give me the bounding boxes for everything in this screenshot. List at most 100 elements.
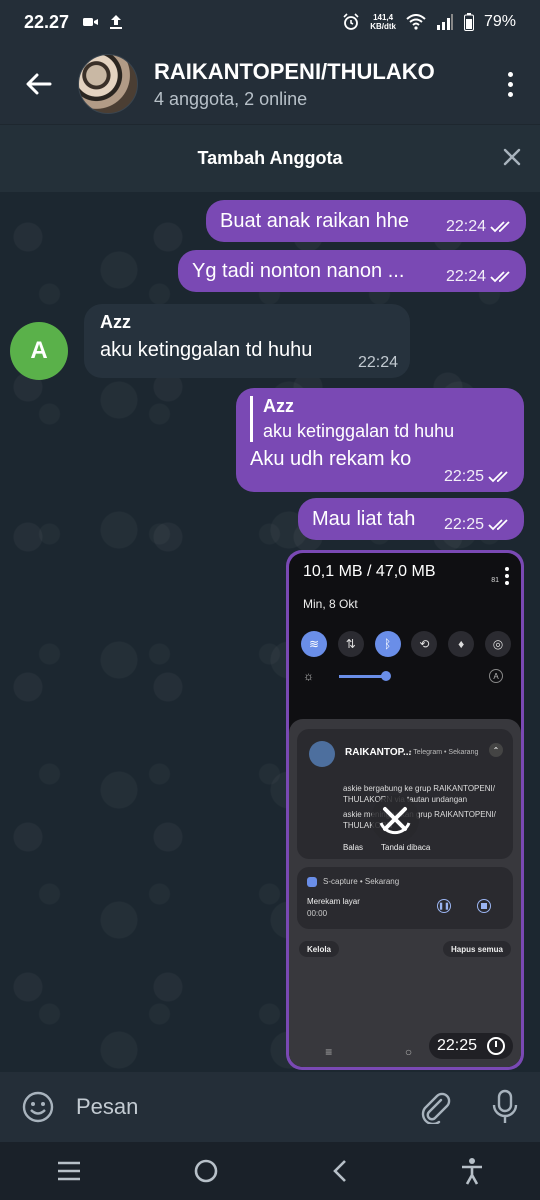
message-text: aku ketinggalan td huhu	[100, 339, 313, 361]
double-check-icon	[490, 221, 510, 233]
chat-title: RAIKANTOPENI/THULAKO	[154, 58, 435, 84]
microphone-icon	[492, 1089, 518, 1123]
download-progress-text: 10,1 MB / 47,0 MB	[303, 563, 436, 580]
system-nav-bar	[0, 1142, 540, 1200]
group-avatar[interactable]	[78, 54, 138, 114]
signal-icon	[436, 14, 453, 30]
notification-panel-preview: RAIKANTOP... • Telegram • Sekarang ⌃ ask…	[289, 719, 521, 1067]
notification-title: RAIKANTOP...	[345, 747, 412, 758]
chat-area[interactable]: Buat anak raikan hhe 22:24 Yg tadi nonto…	[0, 192, 540, 1072]
sender-avatar[interactable]: A	[10, 322, 68, 380]
notification-action-read: Tandai dibaca	[381, 843, 431, 852]
video-preview[interactable]: 10,1 MB / 47,0 MB 81 Min, 8 Okt ≋ ⇅ ᛒ ⟲ …	[289, 553, 521, 1067]
clock-icon	[487, 1037, 505, 1055]
quote-sender: Azz	[263, 396, 294, 416]
back-nav-icon[interactable]	[331, 1158, 349, 1184]
status-bar: 22.27 141,4 KB/dtk 79%	[0, 0, 540, 44]
message-time: 22:24	[445, 218, 486, 235]
recent-apps-icon[interactable]	[56, 1160, 82, 1182]
sun-icon: ☼	[303, 669, 314, 683]
battery-percent: 79%	[483, 13, 516, 30]
quick-settings-row: ≋ ⇅ ᛒ ⟲ ♦ ◎	[301, 631, 511, 657]
quote-text: aku ketinggalan td huhu	[263, 421, 455, 441]
hotspot-toggle-icon: ◎	[484, 631, 511, 657]
network-speed: 141,4 KB/dtk	[370, 13, 396, 31]
notification-title: Merekam layar	[307, 897, 360, 906]
message-time: 22:24	[445, 268, 486, 285]
preview-date: Min, 8 Okt	[303, 597, 358, 611]
rotate-toggle-icon: ⟲	[411, 631, 438, 657]
stop-icon	[477, 899, 491, 913]
add-member-bar[interactable]: Tambah Anggota	[0, 124, 540, 192]
alarm-icon	[343, 13, 359, 30]
reply-message-bubble[interactable]: Azz aku ketinggalan td huhu Aku udh reka…	[236, 388, 524, 492]
notification-body: askie bergabung ke grup RAIKANTOPENI/ TH…	[343, 784, 495, 804]
emoji-button[interactable]	[0, 1090, 76, 1124]
quoted-message[interactable]: Azz aku ketinggalan td huhu	[250, 396, 510, 442]
data-toggle-icon: ⇅	[337, 631, 364, 657]
message-text: Aku udh rekam ko	[250, 448, 412, 470]
add-member-label: Tambah Anggota	[197, 148, 343, 168]
net-speed-value: 141,4	[373, 13, 394, 22]
chevron-up-icon: ⌃	[489, 743, 503, 757]
screen-record-notification-preview: S-capture • Sekarang Merekam layar 00:00…	[297, 867, 513, 929]
preview-status-battery: 81	[491, 577, 499, 584]
notification-action-reply: Balas	[343, 843, 364, 852]
double-check-icon	[488, 471, 508, 483]
more-options-button[interactable]	[480, 71, 540, 97]
home-icon[interactable]	[193, 1158, 219, 1184]
brightness-slider: ☼ A	[303, 669, 509, 683]
message-time: 22:25	[443, 516, 484, 533]
back-button[interactable]	[0, 44, 78, 124]
message-input[interactable]	[76, 1094, 400, 1120]
home-icon: ○	[404, 1045, 413, 1059]
message-time: 22:24	[357, 354, 398, 371]
upload-icon	[110, 15, 123, 29]
bluetooth-toggle-icon: ᛒ	[374, 631, 401, 657]
chat-title-area[interactable]: RAIKANTOPENI/THULAKO 4 anggota, 2 online	[154, 59, 480, 110]
message-text: Yg tadi nonton nanon ...	[192, 260, 405, 282]
battery-icon	[463, 13, 474, 31]
notification-source: • Telegram • Sekarang	[409, 749, 479, 756]
telegram-app-icon	[309, 741, 335, 767]
message-bubble[interactable]: Mau liat tah 22:25	[298, 498, 524, 540]
recording-time: 00:00	[307, 909, 328, 918]
manage-notifications-pill: Kelola	[299, 941, 340, 957]
smiley-icon	[22, 1091, 54, 1123]
attach-button[interactable]	[400, 1090, 470, 1124]
video-camera-icon	[83, 18, 99, 26]
video-time-badge: 22:25	[428, 1033, 513, 1059]
notification-body: askie meninggalkan grup RAIKANTOPENI/ TH…	[343, 810, 496, 830]
status-time: 22.27	[24, 11, 70, 32]
sender-name: Azz	[100, 312, 131, 332]
chat-subtitle: 4 anggota, 2 online	[154, 88, 308, 109]
message-bubble[interactable]: Yg tadi nonton nanon ... 22:24	[178, 250, 526, 292]
message-time: 22:25	[443, 468, 484, 485]
notification-source: S-capture • Sekarang	[323, 877, 400, 886]
net-speed-unit: KB/dtk	[370, 22, 396, 31]
wifi-toggle-icon: ≋	[301, 631, 327, 657]
chat-header: RAIKANTOPENI/THULAKO 4 anggota, 2 online	[0, 44, 540, 124]
arrow-left-icon	[26, 73, 52, 95]
close-icon	[379, 807, 411, 835]
message-time: 22:25	[436, 1037, 477, 1054]
message-text: Buat anak raikan hhe	[220, 210, 410, 232]
video-message[interactable]: 10,1 MB / 47,0 MB 81 Min, 8 Okt ≋ ⇅ ᛒ ⟲ …	[286, 550, 524, 1070]
paperclip-icon	[421, 1092, 451, 1124]
incoming-message-bubble[interactable]: Azz aku ketinggalan td huhu 22:24	[84, 304, 410, 378]
cancel-download-button[interactable]	[371, 795, 419, 843]
double-check-icon	[488, 519, 508, 531]
menu-icon: ≡	[325, 1045, 333, 1059]
flashlight-toggle-icon: ♦	[448, 631, 475, 657]
close-icon[interactable]	[502, 147, 522, 167]
auto-brightness-icon: A	[489, 669, 503, 683]
video-menu-button[interactable]	[505, 567, 509, 585]
message-bubble[interactable]: Buat anak raikan hhe 22:24	[206, 200, 526, 242]
scapture-icon	[307, 877, 317, 887]
message-input-bar	[0, 1072, 540, 1142]
accessibility-icon[interactable]	[460, 1157, 484, 1185]
pause-icon: ❚❚	[437, 899, 451, 913]
voice-record-button[interactable]	[470, 1089, 540, 1125]
clear-all-pill: Hapus semua	[442, 941, 511, 957]
double-check-icon	[490, 271, 510, 283]
